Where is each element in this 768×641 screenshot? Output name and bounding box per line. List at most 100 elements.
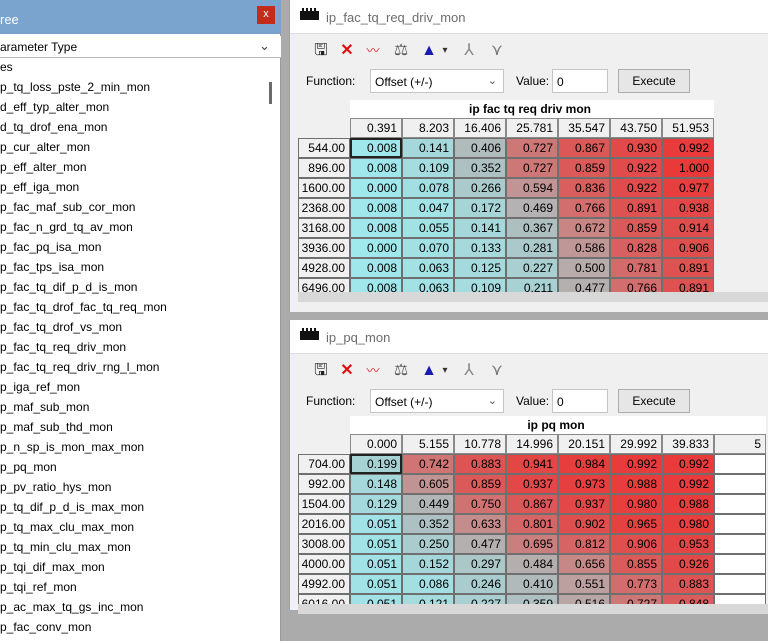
tree-item[interactable]: p_fac_maf_sub_cor_mon [0,197,260,217]
map-cell[interactable]: 0.500 [558,258,610,278]
value-input[interactable]: 0 [552,389,608,413]
row-header[interactable]: 4992.00 [298,574,350,594]
column-header[interactable]: 51.953 [662,118,714,138]
map-cell[interactable]: 0.727 [506,138,558,158]
map-cell[interactable]: 0.227 [506,258,558,278]
map-cell[interactable] [714,454,766,474]
map-cell[interactable]: 0.133 [454,238,506,258]
save-icon[interactable]: 🖫 [310,360,332,382]
map-cell[interactable]: 1.000 [662,158,714,178]
map-cell[interactable]: 0.883 [454,454,506,474]
map-cell[interactable]: 0.926 [662,554,714,574]
tree-item[interactable]: p_fac_tq_req_driv_rng_l_mon [0,357,260,377]
map-cell[interactable]: 0.922 [610,158,662,178]
graph-icon[interactable]: 〰 [362,40,384,62]
map-cell[interactable]: 0.141 [402,138,454,158]
map-cell[interactable]: 0.297 [454,554,506,574]
map-cell[interactable]: 0.727 [506,158,558,178]
map-cell[interactable]: 0.246 [454,574,506,594]
map-cell[interactable]: 0.801 [506,514,558,534]
map-cell[interactable]: 0.281 [506,238,558,258]
map-cell[interactable]: 0.977 [662,178,714,198]
merge-icon[interactable]: ⋎ [486,360,508,382]
map-cell[interactable]: 0.000 [350,178,402,198]
map-cell[interactable]: 0.406 [454,138,506,158]
map-cell[interactable]: 0.605 [402,474,454,494]
map-cell[interactable]: 0.883 [662,574,714,594]
function-select[interactable]: Offset (+/-) ⌄ [370,69,504,93]
map-cell[interactable]: 0.078 [402,178,454,198]
map-cell[interactable]: 0.930 [610,138,662,158]
tree-item[interactable]: p_fac_tq_dif_p_d_is_mon [0,277,260,297]
value-input[interactable]: 0 [552,69,608,93]
save-icon[interactable]: 🖫 [310,40,332,62]
map-cell[interactable] [714,514,766,534]
tree-item[interactable]: p_tqi_ref_mon [0,577,260,597]
merge-icon[interactable]: ⋎ [486,40,508,62]
map-cell[interactable]: 0.750 [454,494,506,514]
column-header[interactable]: 39.833 [662,434,714,454]
execute-button[interactable]: Execute [618,69,690,93]
map-cell[interactable]: 0.965 [610,514,662,534]
map-cell[interactable]: 0.070 [402,238,454,258]
map-cell[interactable]: 0.477 [454,534,506,554]
map-cell[interactable]: 0.008 [350,158,402,178]
map-cell[interactable]: 0.973 [558,474,610,494]
row-header[interactable]: 2016.00 [298,514,350,534]
row-header[interactable]: 896.00 [298,158,350,178]
tree-item[interactable]: p_n_sp_is_mon_max_mon [0,437,260,457]
tree-item[interactable]: p_fac_tq_drof_vs_mon [0,317,260,337]
map-cell[interactable]: 0.859 [610,218,662,238]
map-cell[interactable]: 0.051 [350,574,402,594]
map-cell[interactable]: 0.199 [350,454,402,474]
map-cell[interactable]: 0.586 [558,238,610,258]
map-cell[interactable]: 0.695 [506,534,558,554]
map-cell[interactable]: 0.008 [350,138,402,158]
map-cell[interactable]: 0.008 [350,218,402,238]
map-cell[interactable]: 0.051 [350,514,402,534]
tree-item[interactable]: p_fac_tq_req_driv_mon [0,337,260,357]
function-select[interactable]: Offset (+/-) ⌄ [370,389,504,413]
map-cell[interactable]: 0.152 [402,554,454,574]
row-header[interactable]: 3168.00 [298,218,350,238]
map-cell[interactable]: 0.008 [350,258,402,278]
map-cell[interactable]: 0.891 [610,198,662,218]
tree-item[interactable]: p_fac_conv_mon [0,617,260,637]
tree-item[interactable]: p_fac_pq_isa_mon [0,237,260,257]
map-cell[interactable]: 0.906 [610,534,662,554]
map-cell[interactable]: 0.902 [558,514,610,534]
map-cell[interactable]: 0.891 [662,258,714,278]
map-cell[interactable]: 0.047 [402,198,454,218]
row-header[interactable]: 3936.00 [298,238,350,258]
map-cell[interactable] [714,474,766,494]
map-cell[interactable]: 0.992 [610,454,662,474]
close-icon[interactable]: x [257,6,275,24]
map-cell[interactable]: 0.914 [662,218,714,238]
map-cell[interactable]: 0.484 [506,554,558,574]
map-cell[interactable]: 0.812 [558,534,610,554]
map-cell[interactable]: 0.980 [662,514,714,534]
column-header[interactable]: 5 [714,434,766,454]
tree-item[interactable]: d_eff_typ_alter_mon [0,97,260,117]
column-header[interactable]: 16.406 [454,118,506,138]
row-header[interactable]: 3008.00 [298,534,350,554]
map-cell[interactable]: 0.828 [610,238,662,258]
balance-icon[interactable]: ⚖ [390,40,412,62]
column-header[interactable]: 25.781 [506,118,558,138]
tree-item[interactable]: p_tq_loss_pste_2_min_mon [0,77,260,97]
map-cell[interactable]: 0.855 [610,554,662,574]
map-cell[interactable]: 0.992 [662,138,714,158]
map-cell[interactable]: 0.109 [402,158,454,178]
tree-item[interactable]: p_fac_n_grd_tq_av_mon [0,217,260,237]
map-cell[interactable]: 0.656 [558,554,610,574]
map-cell[interactable]: 0.937 [558,494,610,514]
flip-icon[interactable]: ⅄ [458,360,480,382]
column-header[interactable]: 43.750 [610,118,662,138]
map-cell[interactable]: 0.922 [610,178,662,198]
map-cell[interactable]: 0.867 [506,494,558,514]
map-cell[interactable]: 0.172 [454,198,506,218]
map-cell[interactable]: 0.410 [506,574,558,594]
map-cell[interactable]: 0.352 [454,158,506,178]
row-header[interactable]: 704.00 [298,454,350,474]
map-cell[interactable]: 0.055 [402,218,454,238]
